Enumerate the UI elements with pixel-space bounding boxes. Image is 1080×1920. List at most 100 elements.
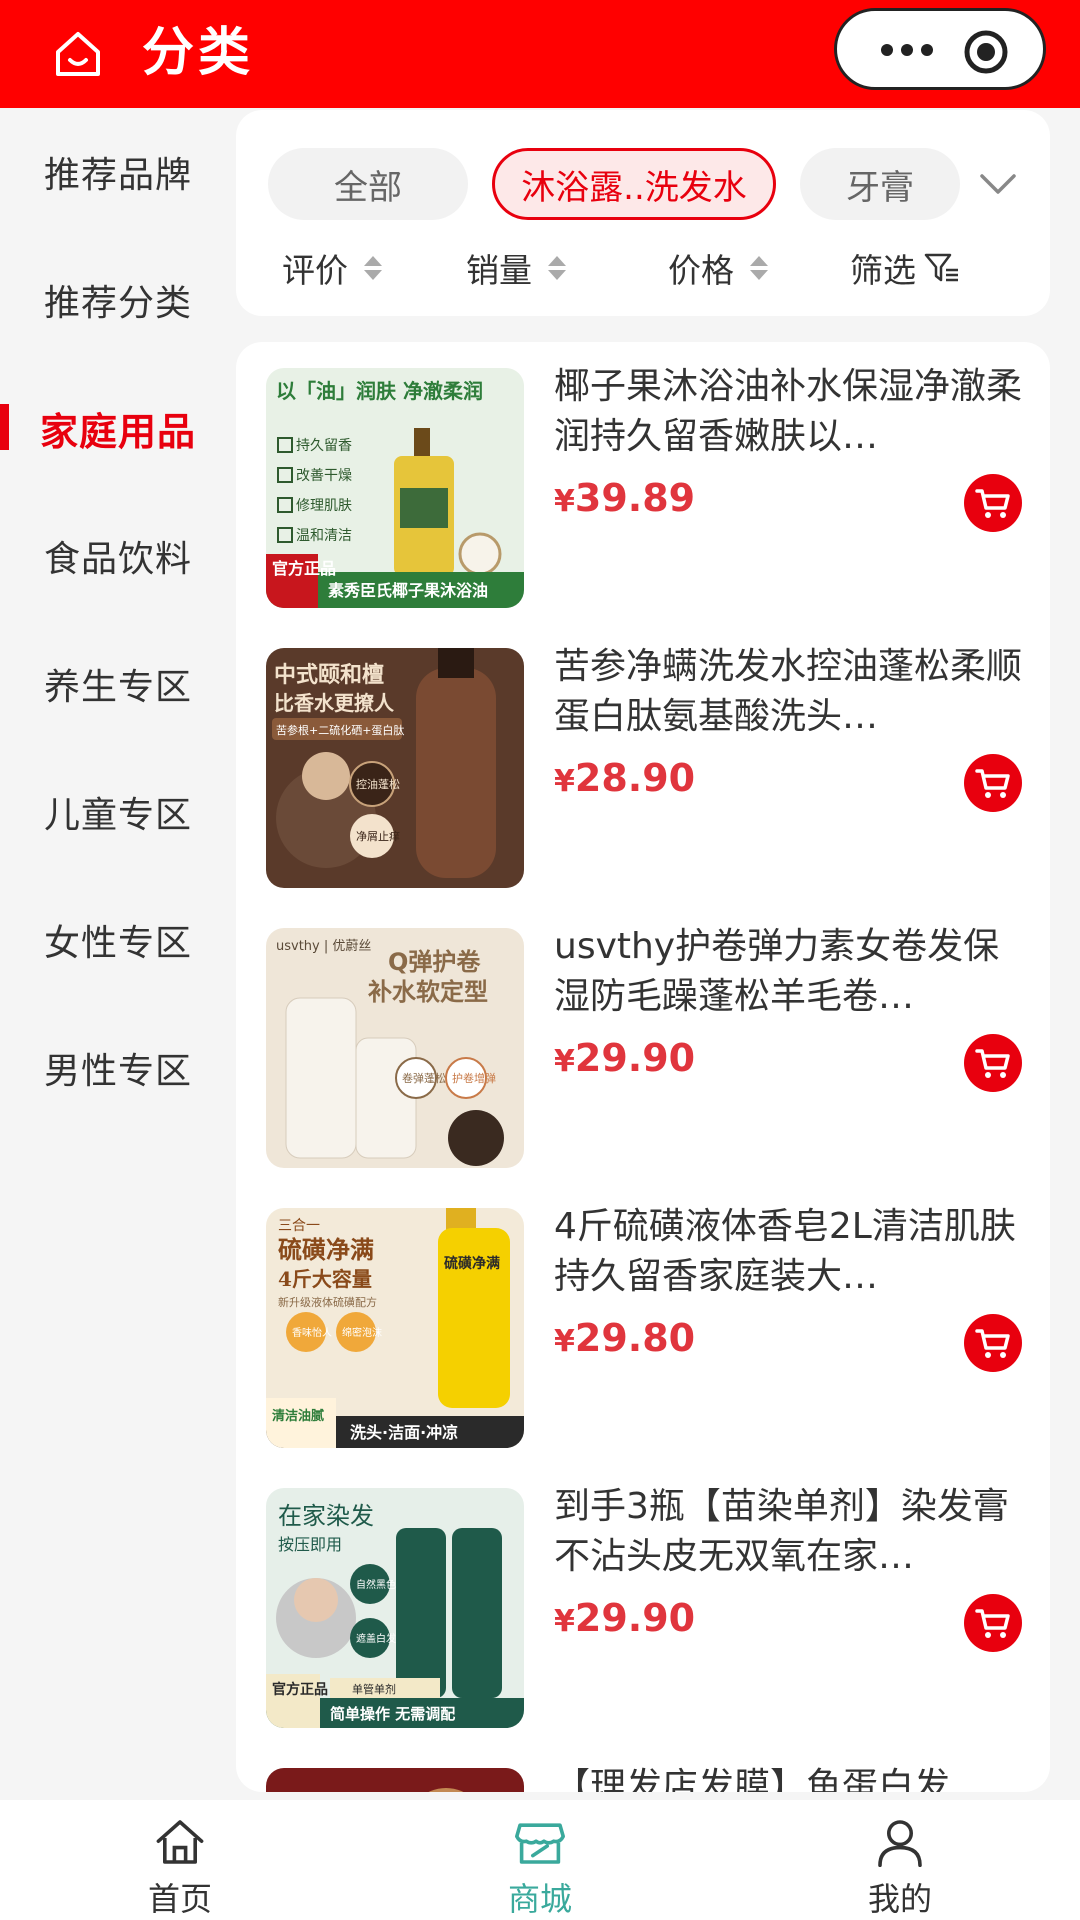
product-image <box>266 1768 524 1792</box>
thumb-brand: usvthy | 优蔚丝 <box>276 939 371 954</box>
tab-mall[interactable]: 商城 <box>440 1800 640 1920</box>
product-image: usvthy | 优蔚丝 Q弹护卷 补水软定型 卷弹蓬松 护卷增弹 <box>266 928 524 1168</box>
sidebar-item-household[interactable]: 家庭用品 <box>0 364 236 492</box>
sidebar-item-recommended-categories[interactable]: 推荐分类 <box>0 236 236 364</box>
product-card[interactable]: 【理发店发膜】鱼蛋白发 <box>236 1742 1050 1792</box>
thumb-bullet: 温和清洁 <box>296 528 352 544</box>
product-name: 到手3瓶【苗染单剂】染发膏不沾头皮无双氧在家… <box>554 1486 1009 1577</box>
product-price: ¥29.80 <box>554 1316 696 1360</box>
sidebar-item-food-drinks[interactable]: 食品饮料 <box>0 492 236 620</box>
product-card[interactable]: 三合一 硫磺净满 4斤大容量 新升级液体硫磺配方 香味怡人 绵密泡沫 硫磺净满 … <box>236 1182 1050 1448</box>
chip-all[interactable]: 全部 <box>268 148 468 220</box>
sort-arrows-icon <box>548 256 566 280</box>
sidebar-item-health[interactable]: 养生专区 <box>0 620 236 748</box>
product-name: 【理发店发膜】鱼蛋白发 <box>554 1766 951 1792</box>
thumb-headline: 中式颐和檀 <box>274 662 384 688</box>
product-name: 椰子果沐浴油补水保湿净澈柔润持久留香嫩肤以… <box>554 366 1023 457</box>
thumb-top: 三合一 <box>278 1218 320 1234</box>
product-price: ¥28.90 <box>554 756 696 800</box>
thumb-tag: 净屑止痒 <box>356 829 400 843</box>
thumb-tag: 香味怡人 <box>292 1326 332 1339</box>
thumb-tag: 卷弹蓬松 <box>402 1071 446 1085</box>
thumb-headline: 硫磺净满 <box>278 1235 374 1264</box>
top-bar: 分类 <box>0 0 1080 108</box>
add-to-cart-icon[interactable] <box>964 754 1022 812</box>
add-to-cart-icon[interactable] <box>964 474 1022 532</box>
tab-home-label: 首页 <box>147 1880 212 1918</box>
sidebar-item-men[interactable]: 男性专区 <box>0 1004 236 1132</box>
product-image: 以「油」润肤 净澈柔润 持久留香 改善干燥 修理肌肤 温和清洁 官方正品 素秀臣… <box>266 368 524 608</box>
product-card[interactable]: 以「油」润肤 净澈柔润 持久留香 改善干燥 修理肌肤 温和清洁 官方正品 素秀臣… <box>236 342 1050 608</box>
thumb-tag: 绵密泡沫 <box>342 1326 382 1339</box>
product-card[interactable]: 中式颐和檀 比香水更撩人 苦参根+二硫化硒+蛋白肽 控油蓬松 净屑止痒 苦参净螨… <box>236 622 1050 888</box>
add-to-cart-icon[interactable] <box>964 1034 1022 1092</box>
filter-panel: 全部 沐浴露..洗发水 牙膏 评价 销量 价格 筛选 <box>236 110 1050 316</box>
thumb-badge: 官方正品 <box>272 559 336 578</box>
product-image: 三合一 硫磺净满 4斤大容量 新升级液体硫磺配方 香味怡人 绵密泡沫 硫磺净满 … <box>266 1208 524 1448</box>
sort-arrows-icon <box>364 256 382 280</box>
thumb-tag: 护卷增弹 <box>452 1071 496 1085</box>
thumb-footer: 素秀臣氏椰子果沐浴油 <box>328 581 488 600</box>
sort-arrows-icon <box>750 256 768 280</box>
product-image: 在家染发 按压即用 自然黑色 遮盖白发 官方正品 单管单剂 简单操作 无需调配 <box>266 1488 524 1728</box>
mini-program-capsule <box>834 8 1046 90</box>
product-list: 以「油」润肤 净澈柔润 持久留香 改善干燥 修理肌肤 温和清洁 官方正品 素秀臣… <box>236 342 1050 1792</box>
add-to-cart-icon[interactable] <box>964 1314 1022 1372</box>
sidebar-item-recommended-brands[interactable]: 推荐品牌 <box>0 108 236 236</box>
funnel-icon <box>924 253 958 282</box>
sidebar-item-children[interactable]: 儿童专区 <box>0 748 236 876</box>
chevron-down-icon[interactable] <box>976 162 1020 206</box>
page-title: 分类 <box>142 23 255 83</box>
thumb-headline: Q弹护卷 <box>388 948 481 976</box>
close-target-icon[interactable] <box>963 29 1009 75</box>
sort-price-label: 价格 <box>668 251 734 290</box>
home-icon[interactable] <box>50 26 106 82</box>
thumb-bottle-label: 硫磺净满 <box>444 1255 500 1272</box>
thumb-footer: 简单操作 无需调配 <box>330 1705 455 1723</box>
category-sidebar: 推荐品牌 推荐分类 家庭用品 食品饮料 养生专区 儿童专区 女性专区 男性专区 <box>0 108 236 1132</box>
user-icon <box>878 1820 922 1867</box>
product-card[interactable]: 在家染发 按压即用 自然黑色 遮盖白发 官方正品 单管单剂 简单操作 无需调配 … <box>236 1462 1050 1728</box>
product-price: ¥29.90 <box>554 1596 696 1640</box>
thumb-footer-left: 清洁油腻 <box>272 1408 324 1424</box>
thumb-headline: 在家染发 <box>278 1502 374 1530</box>
thumb-footer: 洗头·洁面·冲凉 <box>350 1423 458 1442</box>
thumb-sub: 比香水更撩人 <box>274 691 395 715</box>
thumb-tag: 自然黑色 <box>356 1578 396 1591</box>
sidebar-item-women[interactable]: 女性专区 <box>0 876 236 1004</box>
more-icon[interactable] <box>877 39 937 61</box>
thumb-badge: 官方正品 <box>272 1681 328 1698</box>
thumb-bullet: 持久留香 <box>296 438 352 454</box>
product-name: 4斤硫磺液体香皂2L清洁肌肤持久留香家庭装大… <box>554 1206 1016 1297</box>
thumb-ribbon: 单管单剂 <box>352 1682 396 1696</box>
tab-home[interactable]: 首页 <box>80 1800 280 1920</box>
sort-sales-label: 销量 <box>466 251 532 290</box>
tab-mall-label: 商城 <box>507 1880 572 1918</box>
sort-rating-label: 评价 <box>282 251 348 290</box>
tab-profile[interactable]: 我的 <box>800 1800 1000 1920</box>
thumb-sub: 按压即用 <box>278 1535 342 1554</box>
sort-rating[interactable]: 评价 <box>282 240 384 296</box>
product-image: 中式颐和檀 比香水更撩人 苦参根+二硫化硒+蛋白肽 控油蓬松 净屑止痒 <box>266 648 524 888</box>
filter-button[interactable]: 筛选 <box>850 240 960 296</box>
product-card[interactable]: usvthy | 优蔚丝 Q弹护卷 补水软定型 卷弹蓬松 护卷增弹 usvthy… <box>236 902 1050 1168</box>
thumb-tag: 控油蓬松 <box>356 777 400 791</box>
home-icon <box>156 1820 204 1864</box>
chip-bodywash-shampoo[interactable]: 沐浴露..洗发水 <box>492 148 776 220</box>
tab-profile-label: 我的 <box>867 1880 932 1918</box>
sort-sales[interactable]: 销量 <box>466 240 568 296</box>
store-icon <box>515 1823 565 1864</box>
thumb-line: 苦参根+二硫化硒+蛋白肽 <box>276 723 404 737</box>
thumb-bullet: 修理肌肤 <box>296 498 352 514</box>
sort-price[interactable]: 价格 <box>668 240 770 296</box>
bottom-tab-bar: 首页 商城 我的 <box>0 1800 1080 1920</box>
thumb-tag: 遮盖白发 <box>356 1632 396 1645</box>
product-price: ¥29.90 <box>554 1036 696 1080</box>
product-name: usvthy护卷弹力素女卷发保湿防毛躁蓬松羊毛卷… <box>554 926 1000 1017</box>
chip-toothpaste[interactable]: 牙膏 <box>800 148 960 220</box>
thumb-sub: 4斤大容量 <box>278 1267 372 1291</box>
thumb-headline: 以「油」润肤 净澈柔润 <box>276 379 483 403</box>
thumb-sub: 补水软定型 <box>368 978 488 1006</box>
product-price: ¥39.89 <box>554 476 696 520</box>
add-to-cart-icon[interactable] <box>964 1594 1022 1652</box>
